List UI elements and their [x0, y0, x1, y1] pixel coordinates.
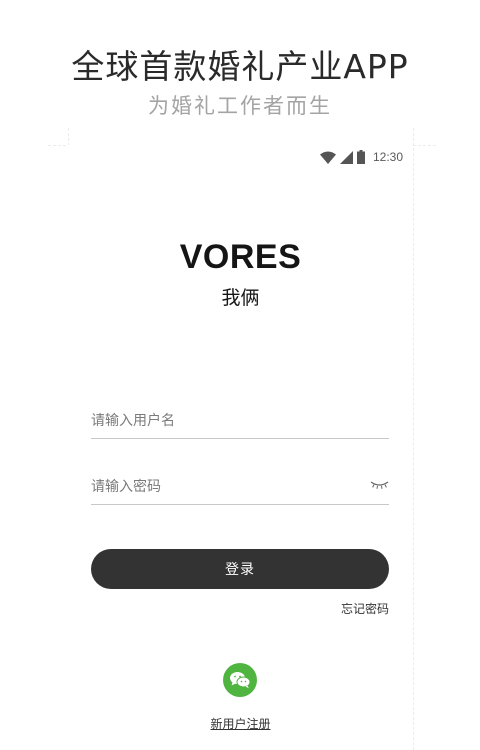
promo-title: 全球首款婚礼产业APP [71, 47, 409, 86]
forgot-password-link[interactable]: 忘记密码 [341, 600, 389, 617]
wechat-icon [230, 672, 251, 689]
username-field [91, 406, 389, 439]
promo-subtitle: 为婚礼工作者而生 [148, 94, 332, 118]
username-input[interactable] [91, 406, 361, 436]
wechat-login-button[interactable] [223, 663, 257, 697]
eye-closed-icon[interactable] [370, 480, 389, 490]
guide-line [413, 128, 414, 750]
password-field [91, 472, 389, 505]
login-button[interactable]: 登录 [91, 549, 389, 589]
cell-signal-icon [339, 150, 353, 164]
register-link[interactable]: 新用户注册 [210, 717, 270, 731]
status-clock: 12:30 [372, 150, 403, 164]
register-row: 新用户注册 [68, 713, 413, 732]
wifi-icon [319, 151, 336, 164]
battery-icon [356, 150, 365, 164]
brand-logo: VORES [179, 238, 302, 276]
status-bar: 12:30 [319, 149, 403, 165]
password-input[interactable] [91, 472, 361, 502]
phone-screen: 12:30 VORES 我俩 登录 忘记密码 新用户注册 [68, 145, 413, 750]
brand-logo-subtitle: 我俩 [221, 287, 260, 309]
